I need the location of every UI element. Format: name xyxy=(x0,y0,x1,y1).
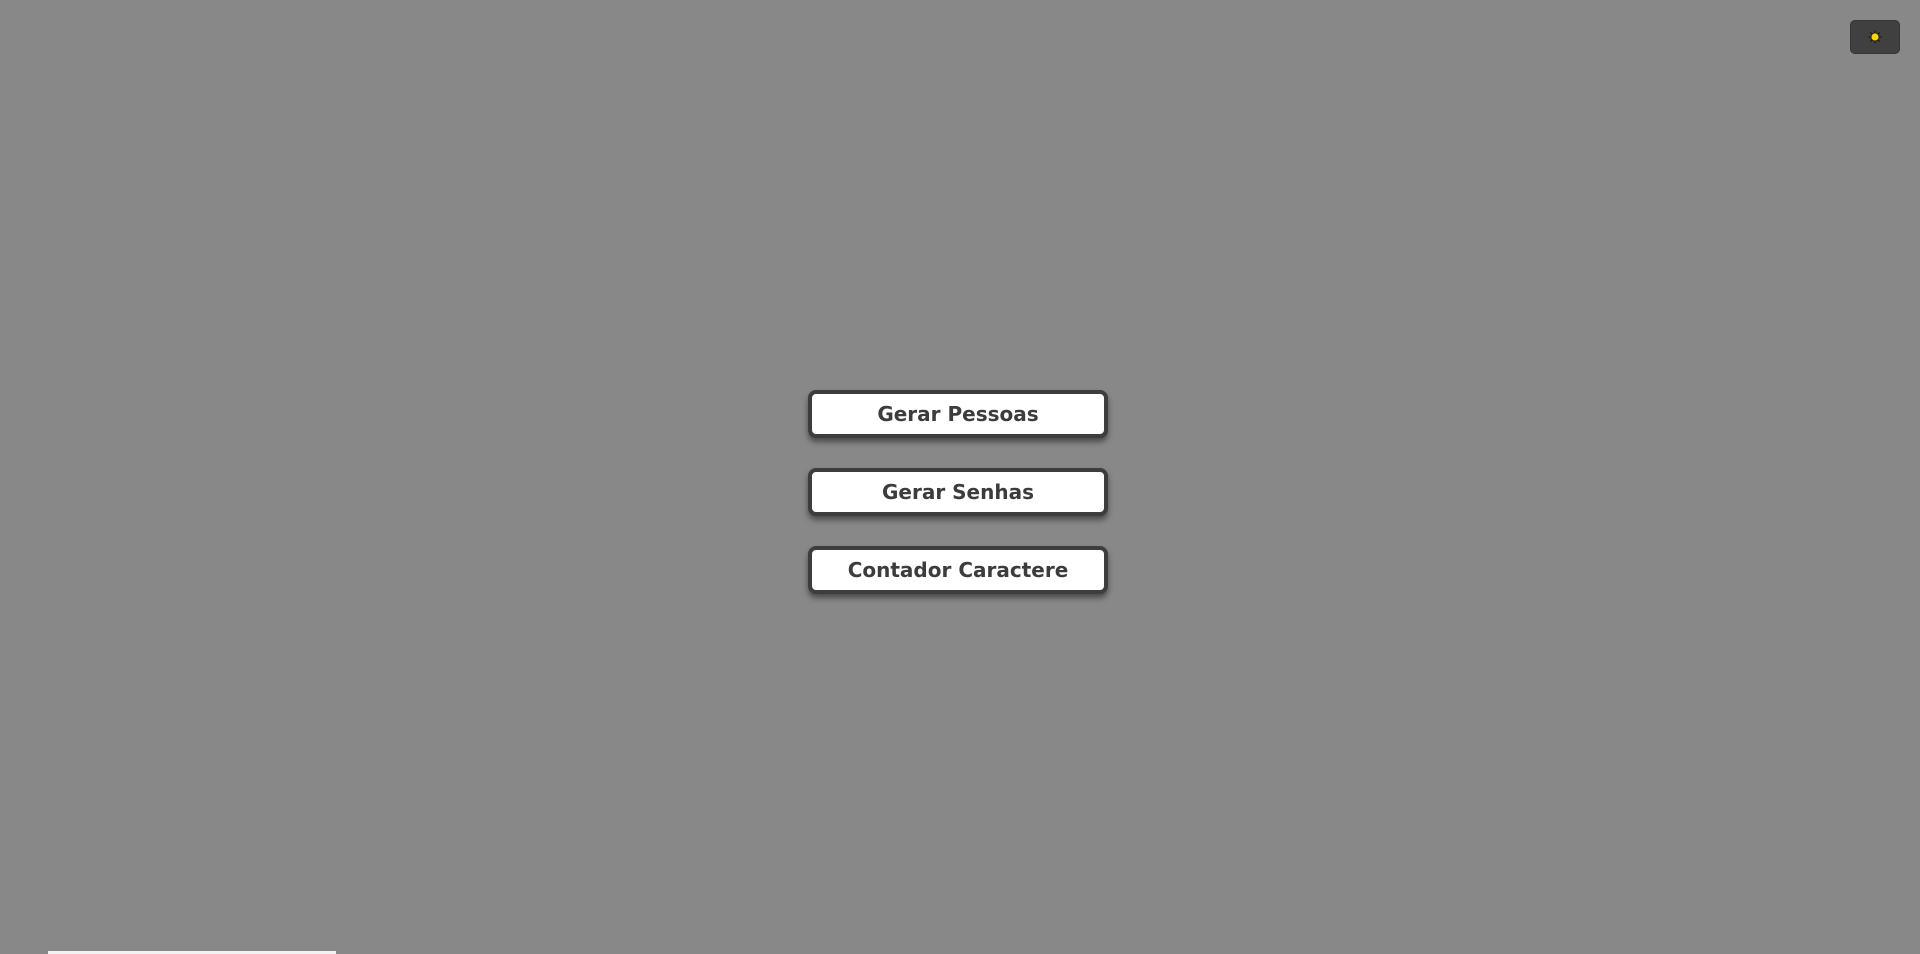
main-menu: Gerar Pessoas Gerar Senhas Contador Cara… xyxy=(808,390,1108,624)
gerar-pessoas-button[interactable]: Gerar Pessoas xyxy=(808,390,1108,438)
sun-icon xyxy=(1868,30,1882,44)
theme-toggle-button[interactable] xyxy=(1850,20,1900,54)
gerar-senhas-button[interactable]: Gerar Senhas xyxy=(808,468,1108,516)
contador-caractere-button[interactable]: Contador Caractere xyxy=(808,546,1108,594)
